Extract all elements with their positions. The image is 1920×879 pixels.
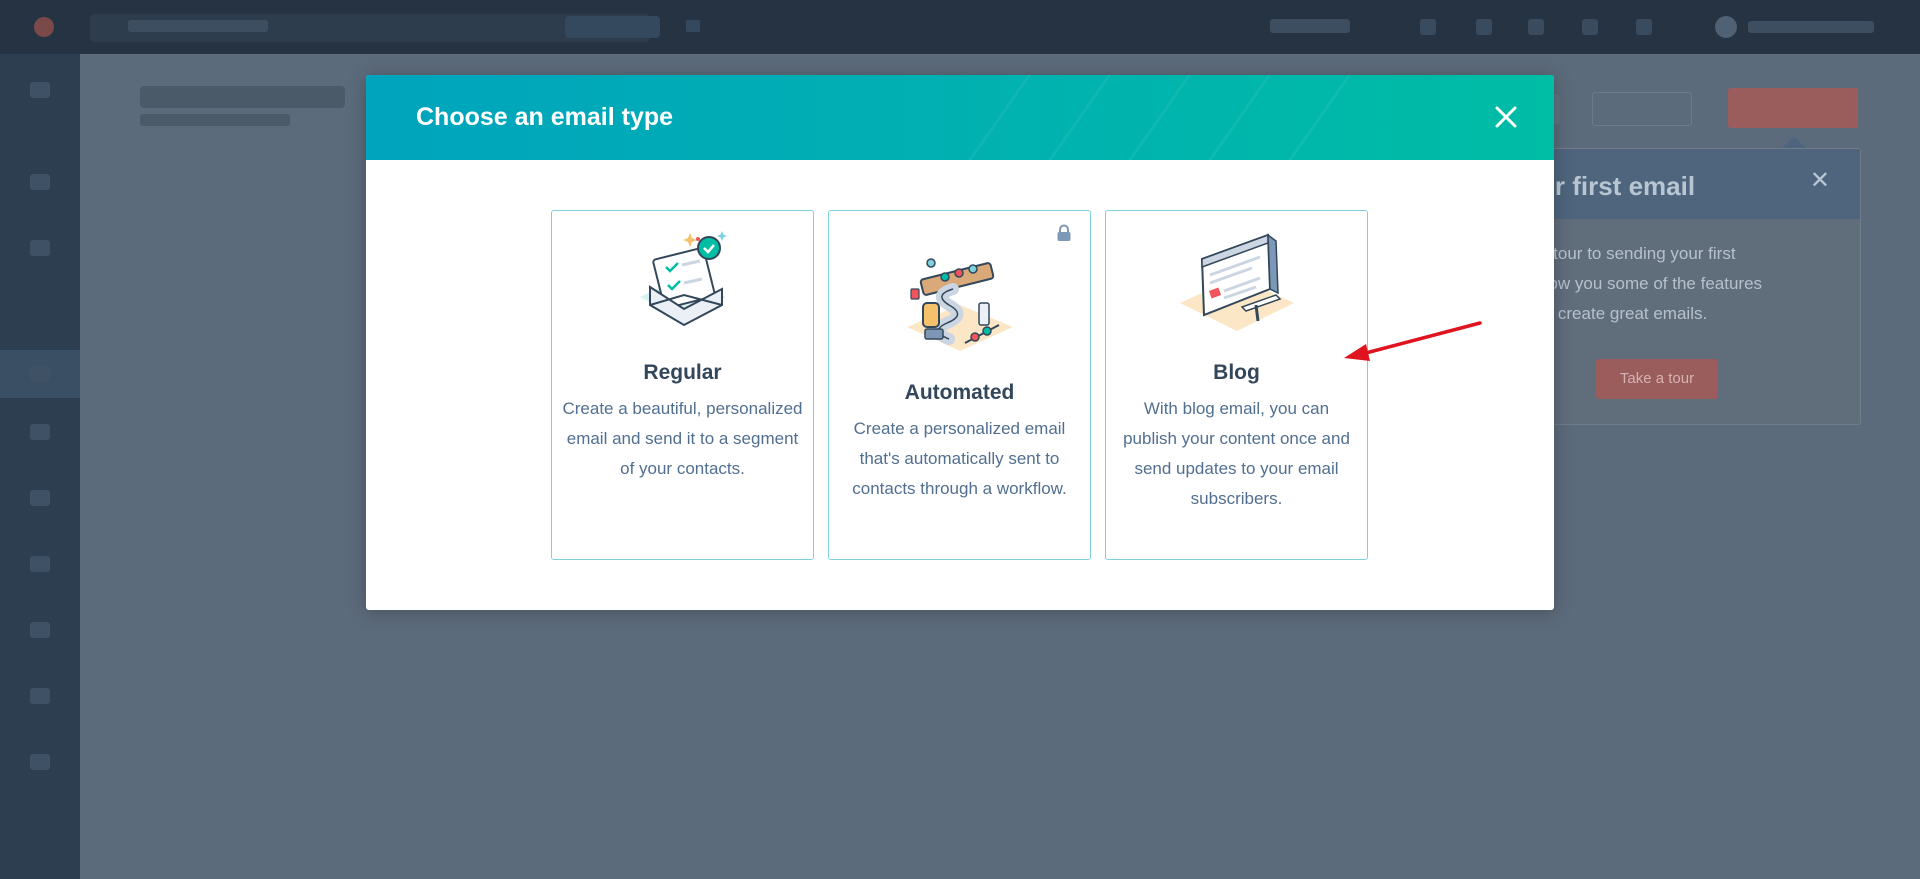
secondary-header-button[interactable] [1592, 92, 1692, 126]
sidebar-item-reporting[interactable] [30, 688, 50, 704]
sidebar-item-marketing[interactable] [30, 366, 50, 382]
modal-header: Choose an email type [366, 75, 1554, 160]
settings-icon[interactable] [1582, 19, 1598, 35]
lock-icon [1054, 223, 1074, 243]
automation-machine-icon [895, 239, 1025, 369]
close-icon[interactable] [1488, 99, 1524, 135]
sidebar-item-service[interactable] [30, 556, 50, 572]
hubspot-logo-icon[interactable] [34, 17, 54, 37]
card-description: Create a beautiful, personalized email a… [562, 399, 803, 478]
sidebar-item-bookmarks[interactable] [30, 174, 50, 190]
sidebar-item-more[interactable] [30, 754, 50, 770]
email-type-card-regular[interactable]: Regular Create a beautiful, personalized… [551, 210, 814, 560]
modal-title: Choose an email type [416, 103, 674, 131]
card-title: Regular [643, 361, 722, 384]
sidebar-item-content[interactable] [30, 424, 50, 440]
tour-popover-body: d tour to sending your first how you som… [1539, 244, 1763, 323]
tour-popover-title: ur first email [1539, 171, 1696, 201]
take-a-tour-button[interactable]: Take a tour [1596, 359, 1718, 399]
email-type-card-blog[interactable]: Blog With blog email, you can publish yo… [1105, 210, 1368, 560]
left-sidebar [0, 54, 80, 879]
page-title [140, 86, 345, 108]
notifications-icon[interactable] [1636, 19, 1652, 35]
card-title: Blog [1213, 361, 1260, 384]
sidebar-item-expand[interactable] [30, 82, 50, 98]
sidebar-item-automation[interactable] [30, 622, 50, 638]
card-description: With blog email, you can publish your co… [1123, 399, 1350, 508]
create-email-button[interactable] [1728, 88, 1858, 128]
nav-pill[interactable] [565, 16, 660, 38]
tour-popover-header: ur first email ✕ [1501, 149, 1860, 219]
card-title: Automated [904, 381, 1015, 404]
sidebar-item-contacts[interactable] [30, 240, 50, 256]
top-navigation-bar [0, 0, 1920, 54]
help-icon[interactable] [1528, 19, 1544, 35]
sidebar-item-sales[interactable] [30, 490, 50, 506]
annotation-arrow-icon [1344, 321, 1482, 361]
card-description: Create a personalized email that's autom… [852, 419, 1067, 498]
envelope-check-icon [618, 221, 748, 351]
tour-popover: ur first email ✕ d tour to sending your … [1481, 148, 1861, 425]
close-icon[interactable]: ✕ [1810, 169, 1830, 193]
account-name[interactable] [1748, 21, 1874, 33]
upgrade-link[interactable] [1270, 19, 1350, 33]
avatar[interactable] [1715, 16, 1737, 38]
marketplace-icon[interactable] [1476, 19, 1492, 35]
search-placeholder [128, 20, 268, 32]
calling-icon[interactable] [1420, 19, 1436, 35]
blog-monitor-icon [1172, 221, 1302, 351]
chevron-down-icon[interactable] [686, 20, 700, 32]
email-type-card-automated[interactable]: Automated Create a personalized email th… [828, 210, 1091, 560]
page-subtitle [140, 114, 290, 126]
